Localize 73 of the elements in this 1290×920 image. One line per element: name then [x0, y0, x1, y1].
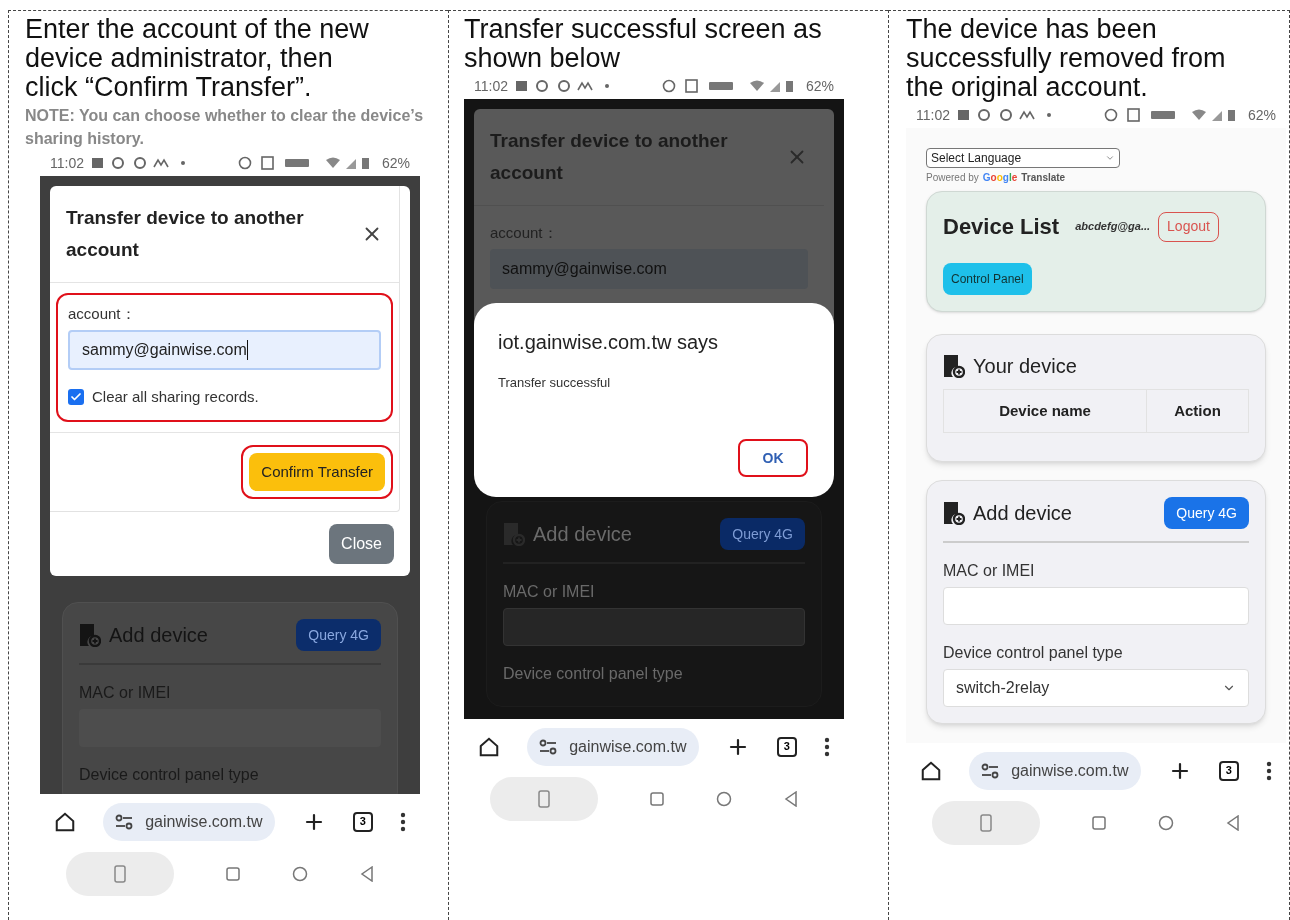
tab-count[interactable]: 3: [776, 736, 797, 757]
tab-count[interactable]: 3: [1218, 760, 1239, 781]
building-plus-icon: [943, 501, 965, 525]
phone-icon: [538, 790, 550, 808]
checkmark-icon: [70, 390, 82, 403]
field-label: account：: [68, 304, 137, 324]
field-label: MAC or IMEI: [943, 561, 1036, 581]
recent-apps-icon[interactable]: [1092, 816, 1106, 830]
field-label: Device control panel type: [503, 664, 684, 684]
step-caption: Transfer successful screen as shown below: [464, 13, 823, 73]
column-header: Device name: [944, 390, 1147, 432]
status-time: 11:02: [916, 105, 950, 125]
recent-apps-icon[interactable]: [226, 867, 240, 881]
column-header: Action: [1173, 400, 1222, 421]
recent-apps-icon[interactable]: [650, 792, 664, 806]
home-icon[interactable]: [920, 759, 942, 782]
phone-icon: [114, 865, 126, 883]
home-icon[interactable]: [478, 735, 500, 758]
menu-icon[interactable]: [1266, 760, 1272, 781]
language-select[interactable]: Select Language: [926, 148, 1120, 168]
translate-text: Translate: [1021, 171, 1066, 185]
dialog-title: Transfer device to another account: [66, 206, 305, 262]
alert-message: Transfer successful: [498, 374, 612, 392]
tab-count[interactable]: 3: [352, 811, 373, 832]
mac-imei-input[interactable]: [503, 608, 805, 646]
building-plus-icon: [79, 623, 101, 647]
query-4g-button[interactable]: Query 4G: [1164, 497, 1249, 529]
account-input[interactable]: sammy@gainwise.com: [68, 329, 381, 370]
tune-icon: [981, 762, 1000, 779]
back-icon[interactable]: [1226, 815, 1240, 831]
step-caption: Enter the account of the new device administrator, then click “Confirm Transfer”.: [25, 13, 370, 102]
home-circle-icon[interactable]: [716, 791, 732, 807]
status-time: 11:02: [474, 76, 508, 96]
step-note: NOTE: You can choose whether to clear the device’s sharing history.: [25, 106, 425, 149]
step-caption: The device has been successfully removed from the original account.: [906, 13, 1227, 102]
home-icon[interactable]: [54, 810, 76, 833]
confirm-transfer-button[interactable]: Confirm Transfer: [249, 453, 385, 491]
battery-percentage: 62%: [805, 76, 834, 96]
card-title: Add device: [533, 522, 632, 547]
battery-percentage: 62%: [381, 153, 410, 173]
card-title: Your device: [973, 354, 1077, 379]
control-panel-button[interactable]: Control Panel: [943, 263, 1032, 295]
phone-icon: [980, 814, 992, 832]
status-time: 11:02: [50, 153, 84, 173]
address-bar[interactable]: gainwise.com.tw: [527, 727, 699, 766]
menu-icon[interactable]: [824, 736, 830, 757]
address-bar[interactable]: gainwise.com.tw: [969, 751, 1141, 790]
close-button[interactable]: Close: [329, 524, 394, 564]
dialog-title: Transfer device to another account: [490, 129, 729, 185]
checkbox[interactable]: [68, 388, 84, 405]
back-icon[interactable]: [784, 791, 798, 807]
chevron-down-icon: [1105, 153, 1115, 163]
home-circle-icon[interactable]: [1158, 815, 1174, 831]
user-email: abcdefg@ga...: [1075, 219, 1151, 235]
field-label: MAC or IMEI: [503, 582, 596, 602]
query-4g-button[interactable]: Query 4G: [720, 518, 805, 550]
page-title: Device List: [943, 213, 1060, 241]
tune-icon: [539, 738, 558, 755]
card-title: Add device: [973, 501, 1072, 526]
query-4g-button[interactable]: Query 4G: [296, 619, 381, 651]
panel-type-select[interactable]: switch-2relay: [943, 669, 1249, 707]
battery-percentage: 62%: [1247, 105, 1276, 125]
tune-icon: [115, 813, 134, 830]
address-bar[interactable]: gainwise.com.tw: [103, 802, 275, 841]
menu-icon[interactable]: [400, 811, 406, 832]
back-icon[interactable]: [360, 866, 374, 882]
field-label: Device control panel type: [943, 643, 1124, 663]
alert-title: iot.gainwise.com.tw says: [498, 330, 720, 355]
google-logo: Google: [982, 171, 1018, 185]
ok-button[interactable]: OK: [738, 439, 808, 477]
powered-by-text: Powered by: [926, 171, 979, 185]
home-circle-icon[interactable]: [292, 866, 308, 882]
checkbox-label: Clear all sharing records.: [92, 386, 259, 407]
